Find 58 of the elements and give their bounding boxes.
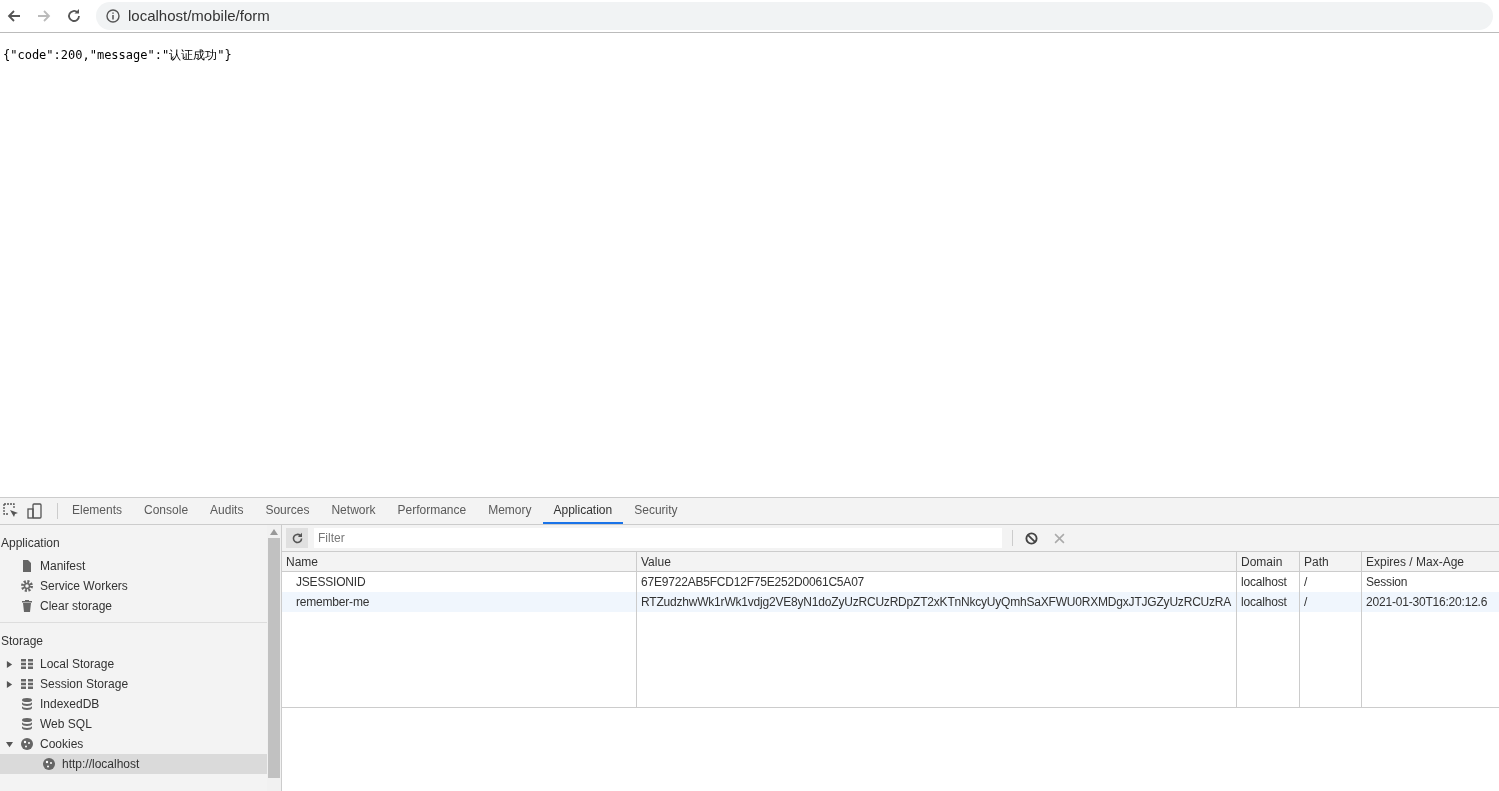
sidebar-item[interactable]: Web SQL [0, 714, 267, 734]
database-icon [20, 717, 34, 731]
sidebar-item[interactable]: Service Workers [0, 576, 267, 596]
devtools-tab[interactable]: Memory [477, 498, 543, 524]
sidebar-item[interactable]: Manifest [0, 556, 267, 576]
sidebar-item[interactable]: Local Storage [0, 654, 267, 674]
sidebar-item[interactable]: Session Storage [0, 674, 267, 694]
grid-icon [20, 657, 34, 671]
back-arrow-icon[interactable] [6, 8, 22, 24]
table-cell-text: remember-me [296, 594, 370, 611]
table-cell-text: Session [1366, 574, 1408, 591]
column-header[interactable]: Value [637, 552, 1237, 571]
table-cell-text: JSESSIONID [296, 574, 366, 591]
info-icon[interactable] [106, 9, 120, 23]
caret-right-icon[interactable] [6, 660, 13, 668]
table-cell-text: localhost [1241, 574, 1287, 591]
database-icon [20, 697, 34, 711]
refresh-button[interactable] [286, 528, 308, 548]
column-header[interactable]: Expires / Max-Age [1362, 552, 1499, 571]
cookie-icon [42, 757, 56, 771]
table-cell-text: localhost [1241, 594, 1287, 611]
devtools-tab[interactable]: Security [623, 498, 689, 524]
devtools-tab[interactable]: Elements [61, 498, 134, 524]
column-header[interactable]: Domain [1237, 552, 1300, 571]
filter-input[interactable]: Filter [314, 528, 1002, 548]
column-header[interactable]: Name [282, 552, 637, 571]
trash-icon [20, 599, 34, 613]
sidebar-item[interactable]: http://localhost [0, 754, 267, 774]
json-response-text: {"code":200,"message":"认证成功"} [3, 48, 232, 62]
address-bar[interactable]: localhost/mobile/form [96, 2, 1493, 30]
sidebar-item[interactable]: Clear storage [0, 596, 267, 616]
inspect-cursor-icon[interactable] [3, 503, 19, 519]
table-cell-text: RTZudzhwWk1rWk1vdjg2VE8yN1doZyUzRCUzRDpZT2xKTnNkcyUyQmhSaXFWU0RXMDgxJTJGZyUzRCUzRA [641, 594, 1232, 611]
reload-icon[interactable] [66, 8, 82, 24]
sidebar-item[interactable]: IndexedDB [0, 694, 267, 714]
table-cell-text: 67E9722AB5FCD12F75E252D0061C5A07 [641, 574, 865, 591]
table-row[interactable]: remember-me RTZudzhwWk1rWk1vdjg2VE8yN1doZyUzRCUzRDpZT2xKTnNkcyUyQmhSaXFWU0RXMDgxJTJGZyUzRCUzRA localhost / 2021-01-30T16:20:12.6 [282, 592, 1499, 612]
devtools-tab[interactable]: Console [133, 498, 200, 524]
sidebar-section-title: Application [0, 535, 61, 552]
settings-icon [20, 579, 34, 593]
table-cell-text: / [1304, 574, 1308, 591]
sidebar-section-title: Storage [0, 633, 45, 650]
device-toolbar-icon[interactable] [27, 503, 43, 519]
devtools-tab[interactable]: Audits [199, 498, 255, 524]
sidebar-item[interactable]: Cookies [0, 734, 267, 754]
caret-right-icon[interactable] [6, 680, 13, 688]
column-header[interactable]: Path [1300, 552, 1362, 571]
table-cell-text: 2021-01-30T16:20:12.6 [1366, 594, 1488, 611]
devtools-tab[interactable]: Sources [254, 498, 321, 524]
cookie-icon [20, 737, 34, 751]
grid-icon [20, 677, 34, 691]
devtools-tab[interactable]: Performance [386, 498, 478, 524]
caret-down-icon[interactable] [6, 740, 13, 748]
devtools-tab[interactable]: Network [320, 498, 387, 524]
table-cell-text: / [1304, 594, 1308, 611]
reload-icon [290, 531, 304, 545]
block-icon[interactable] [1025, 531, 1038, 545]
file-icon [20, 559, 34, 573]
